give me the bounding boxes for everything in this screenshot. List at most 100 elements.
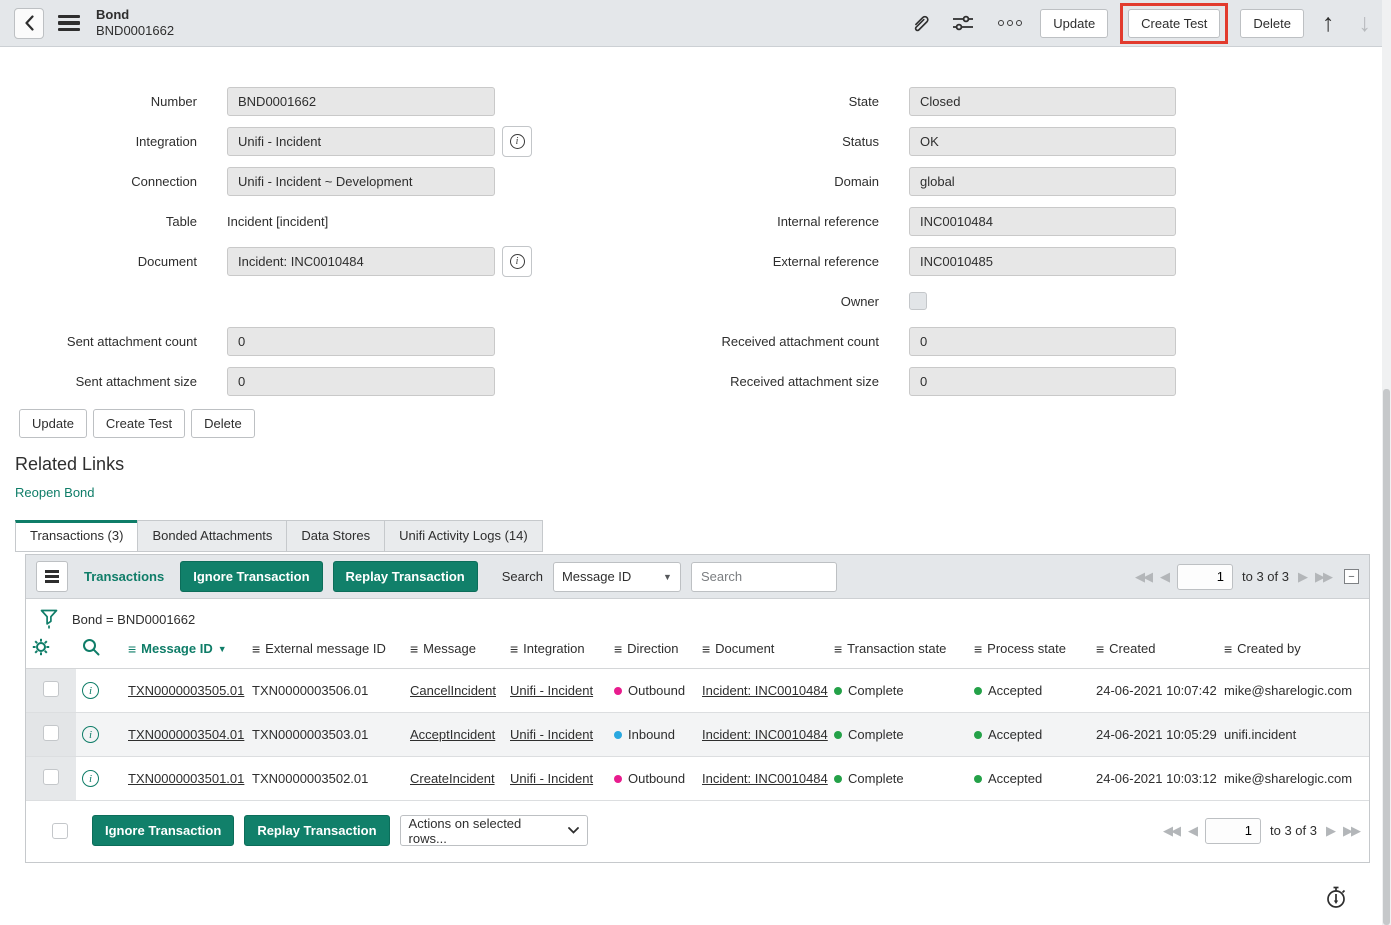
list-search-icon[interactable] (82, 644, 100, 659)
document-field[interactable]: Incident: INC0010484 (227, 247, 495, 276)
row-info-icon[interactable]: i (82, 770, 99, 787)
page-scrollbar[interactable] (1382, 0, 1391, 925)
integration-label: Integration (14, 134, 227, 149)
filter-breadcrumb[interactable]: Bond = BND0001662 (72, 612, 195, 627)
first-page-icon[interactable]: ◀◀ (1135, 569, 1151, 585)
cell-integration[interactable]: Unifi - Incident (510, 771, 593, 786)
list-title-link[interactable]: Transactions (84, 569, 164, 584)
number-field[interactable]: BND0001662 (227, 87, 495, 116)
form-context-menu-icon[interactable] (58, 15, 80, 32)
row-info-icon[interactable]: i (82, 726, 99, 743)
integration-field[interactable]: Unifi - Incident (227, 127, 495, 156)
tab-bonded-attachments[interactable]: Bonded Attachments (137, 520, 286, 552)
document-preview-button[interactable]: i (502, 246, 532, 277)
cell-integration[interactable]: Unifi - Incident (510, 727, 593, 742)
list-personalize-gear-icon[interactable] (32, 644, 50, 659)
cell-message-id[interactable]: TXN0000003501.01 (128, 771, 244, 786)
row-checkbox[interactable] (43, 725, 59, 741)
next-page-icon[interactable]: ▶ (1298, 569, 1306, 585)
page-number-input[interactable] (1205, 818, 1261, 844)
cell-message[interactable]: CancelIncident (410, 683, 496, 698)
state-field[interactable]: Closed (909, 87, 1176, 116)
status-field[interactable]: OK (909, 127, 1176, 156)
column-header-created[interactable]: ≡ Created (1090, 638, 1218, 669)
update-button-bottom[interactable]: Update (19, 409, 87, 438)
last-page-icon[interactable]: ▶▶ (1343, 823, 1359, 839)
reopen-bond-link[interactable]: Reopen Bond (0, 475, 95, 500)
connection-field[interactable]: Unifi - Incident ~ Development (227, 167, 495, 196)
tab-data-stores[interactable]: Data Stores (286, 520, 384, 552)
row-checkbox[interactable] (43, 681, 59, 697)
replay-transaction-button-bottom[interactable]: Replay Transaction (244, 815, 389, 846)
column-header-message[interactable]: ≡ Message (404, 638, 504, 669)
integration-preview-button[interactable]: i (502, 126, 532, 157)
column-header-external-message-id[interactable]: ≡ External message ID (246, 638, 404, 669)
list-context-menu-icon[interactable] (36, 561, 68, 592)
create-test-button-bottom[interactable]: Create Test (93, 409, 185, 438)
previous-page-icon[interactable]: ◀ (1160, 569, 1168, 585)
column-header-transaction-state[interactable]: ≡ Transaction state (828, 638, 968, 669)
more-options-icon[interactable] (990, 20, 1030, 26)
update-button[interactable]: Update (1040, 9, 1108, 38)
cell-integration[interactable]: Unifi - Incident (510, 683, 593, 698)
external-reference-label: External reference (696, 254, 909, 269)
cell-document[interactable]: Incident: INC0010484 (702, 727, 828, 742)
document-label: Document (14, 254, 227, 269)
scrollbar-thumb[interactable] (1383, 389, 1390, 925)
ignore-transaction-button-bottom[interactable]: Ignore Transaction (92, 815, 234, 846)
select-all-checkbox[interactable] (52, 823, 68, 839)
cell-message[interactable]: CreateIncident (410, 771, 495, 786)
attachment-button[interactable] (903, 12, 936, 34)
column-header-integration[interactable]: ≡ Integration (504, 638, 608, 669)
list-footer: Ignore Transaction Replay Transaction Ac… (26, 801, 1369, 862)
cell-message[interactable]: AcceptIncident (410, 727, 495, 742)
cell-external-message-id: TXN0000003502.01 (246, 757, 404, 801)
form-spacer-row (14, 281, 696, 321)
received-attachment-count-field[interactable]: 0 (909, 327, 1176, 356)
first-page-icon[interactable]: ◀◀ (1163, 823, 1179, 839)
tab-transactions[interactable]: Transactions (3) (15, 520, 137, 552)
internal-reference-field[interactable]: INC0010484 (909, 207, 1176, 236)
personalize-form-button[interactable] (946, 13, 980, 33)
column-menu-icon: ≡ (410, 641, 418, 657)
back-button[interactable] (14, 8, 44, 39)
search-input[interactable] (691, 562, 837, 592)
domain-field[interactable]: global (909, 167, 1176, 196)
cell-document[interactable]: Incident: INC0010484 (702, 683, 828, 698)
column-menu-icon: ≡ (1096, 641, 1104, 657)
column-header-document[interactable]: ≡ Document (696, 638, 828, 669)
sent-attachment-count-field[interactable]: 0 (227, 327, 495, 356)
actions-on-selected-rows-select[interactable]: Actions on selected rows... (400, 815, 588, 846)
cell-message-id[interactable]: TXN0000003504.01 (128, 727, 244, 742)
column-header-message-id[interactable]: ≡ Message ID ▼ (122, 638, 246, 669)
received-attachment-size-field[interactable]: 0 (909, 367, 1176, 396)
collapse-list-icon[interactable]: − (1344, 569, 1359, 584)
row-info-icon[interactable]: i (82, 682, 99, 699)
row-checkbox[interactable] (43, 769, 59, 785)
owner-checkbox[interactable] (909, 292, 927, 310)
previous-page-icon[interactable]: ◀ (1188, 823, 1196, 839)
delete-button[interactable]: Delete (1240, 9, 1304, 38)
cell-document[interactable]: Incident: INC0010484 (702, 771, 828, 786)
response-time-button[interactable] (1325, 886, 1347, 915)
previous-record-icon[interactable]: ↑ (1314, 9, 1343, 38)
next-page-icon[interactable]: ▶ (1326, 823, 1334, 839)
column-header-created-by[interactable]: ≡ Created by (1218, 638, 1369, 669)
replay-transaction-button[interactable]: Replay Transaction (333, 561, 478, 592)
next-record-icon[interactable]: ↓ (1353, 9, 1378, 38)
create-test-button[interactable]: Create Test (1128, 9, 1220, 38)
column-header-direction[interactable]: ≡ Direction (608, 638, 696, 669)
tab-unifi-activity-logs[interactable]: Unifi Activity Logs (14) (384, 520, 543, 552)
cell-message-id[interactable]: TXN0000003505.01 (128, 683, 244, 698)
column-header-process-state[interactable]: ≡ Process state (968, 638, 1090, 669)
delete-button-bottom[interactable]: Delete (191, 409, 255, 438)
page-number-input[interactable] (1177, 564, 1233, 590)
search-field-select[interactable]: Message ID ▼ (553, 562, 681, 592)
cell-direction: Outbound (608, 757, 696, 801)
sent-attachment-size-field[interactable]: 0 (227, 367, 495, 396)
filter-funnel-icon[interactable] (40, 609, 58, 630)
last-page-icon[interactable]: ▶▶ (1315, 569, 1331, 585)
owner-label: Owner (696, 294, 909, 309)
external-reference-field[interactable]: INC0010485 (909, 247, 1176, 276)
ignore-transaction-button[interactable]: Ignore Transaction (180, 561, 322, 592)
